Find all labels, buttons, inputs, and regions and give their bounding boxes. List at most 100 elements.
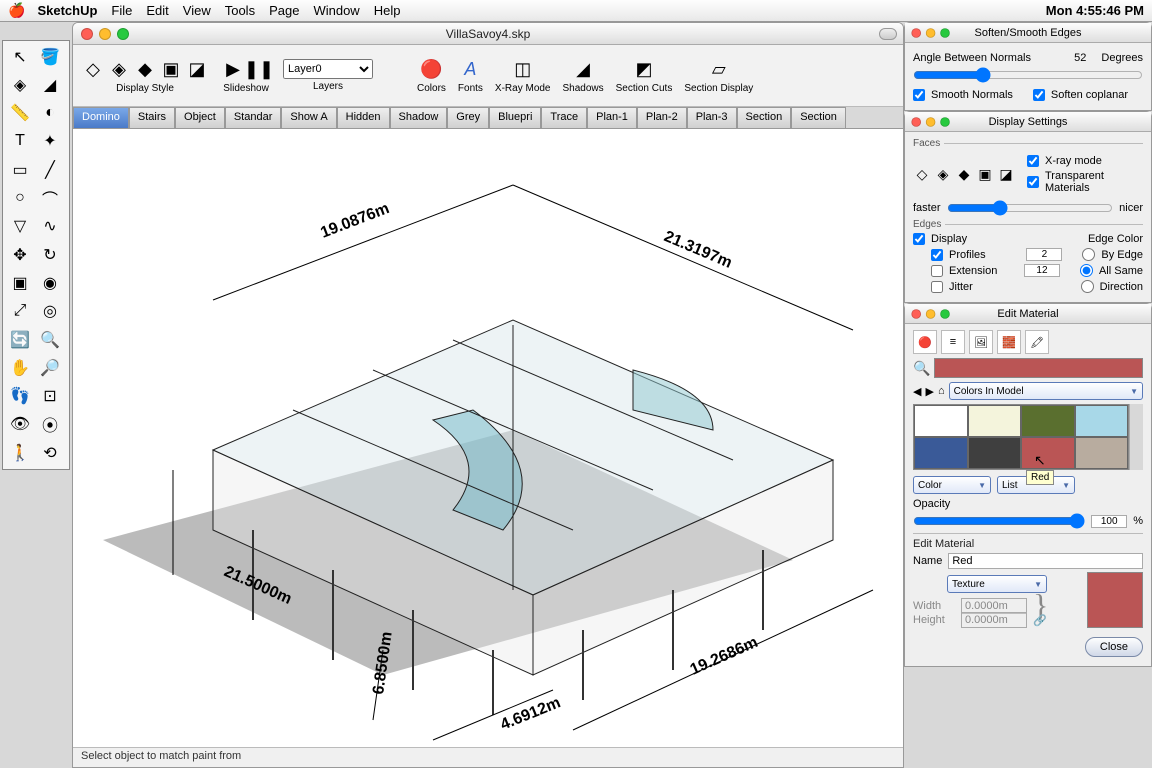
style-mono-icon[interactable]: ◪ [185,57,209,81]
tab-plan2[interactable]: Plan-2 [637,107,687,128]
section-cuts-icon[interactable]: ◩ [632,57,656,81]
style-wireframe-icon[interactable]: ◇ [81,57,105,81]
layer-select[interactable]: Layer0 [283,59,373,79]
back-icon[interactable]: ◀ [913,385,921,398]
person-tool[interactable]: 🚶 [5,439,35,467]
section-display-icon[interactable]: ▱ [707,57,731,81]
by-edge-radio[interactable] [1082,248,1095,261]
pan-tool[interactable]: ✋ [5,354,35,382]
swatch-white[interactable] [914,405,968,437]
fonts-icon[interactable]: A [458,57,482,81]
menu-edit[interactable]: Edit [146,3,168,18]
tab-section1[interactable]: Section [737,107,792,128]
component-tool[interactable]: ◈ [5,71,35,99]
search-icon[interactable]: 🔍 [913,360,930,377]
swatch-cream[interactable] [968,405,1022,437]
zoom-window-tool[interactable]: 🔎 [35,354,65,382]
tab-plan1[interactable]: Plan-1 [587,107,637,128]
eraser-tool[interactable]: ◢ [35,71,65,99]
extension-chk[interactable] [931,265,943,277]
orbit-tool[interactable]: 🔄 [5,326,35,354]
menu-file[interactable]: File [111,3,132,18]
angle-slider[interactable] [913,67,1143,83]
all-same-radio[interactable] [1080,264,1093,277]
swatch-taupe[interactable] [1075,437,1129,469]
tab-shadow[interactable]: Shadow [390,107,448,128]
menu-window[interactable]: Window [313,3,359,18]
mat-crayons-icon[interactable]: 🖍 [1025,330,1049,354]
transparent-chk[interactable] [1027,176,1039,188]
swatch-dark[interactable] [968,437,1022,469]
mat-sliders-icon[interactable]: ≡ [941,330,965,354]
zoom-extents-tool[interactable]: ⊡ [35,382,65,410]
tape-tool[interactable]: 📏 [5,99,35,127]
link-icon[interactable]: 🔗 [1033,614,1047,627]
scale-tool[interactable]: ⤢ [5,297,35,325]
tab-blueprint[interactable]: Bluepri [489,107,541,128]
tab-section2[interactable]: Section [791,107,846,128]
style-hidden-icon[interactable]: ◈ [107,57,131,81]
texture-combo[interactable]: Texture [947,575,1047,593]
titlebar[interactable]: VillaSavoy4.skp [73,23,903,45]
swatch-sky[interactable] [1075,405,1129,437]
quality-slider[interactable] [947,200,1114,216]
current-color-preview[interactable] [934,358,1143,378]
soften-coplanar-chk[interactable] [1033,89,1045,101]
direction-radio[interactable] [1081,280,1094,293]
apple-icon[interactable]: 🍎 [8,2,25,19]
home-icon[interactable]: ⌂ [938,385,945,397]
swatch-red[interactable]: ↖ Red [1021,437,1075,469]
menu-page[interactable]: Page [269,3,299,18]
opacity-slider[interactable] [913,513,1085,529]
position-tool[interactable]: ⦿ [35,410,65,438]
zoom-prev-tool[interactable]: ⟲ [35,439,65,467]
display-edges-chk[interactable] [913,233,925,245]
arc-tool[interactable]: ⌒ [35,184,65,212]
tab-stairs[interactable]: Stairs [129,107,175,128]
tab-trace[interactable]: Trace [541,107,587,128]
pushpull-tool[interactable]: ▣ [5,269,35,297]
menu-help[interactable]: Help [374,3,401,18]
xray-icon[interactable]: ◫ [511,57,535,81]
tab-show-all[interactable]: Show A [281,107,336,128]
profiles-input[interactable] [1026,248,1062,261]
mat-image-icon[interactable]: 🖼 [969,330,993,354]
swatch-olive[interactable] [1021,405,1075,437]
tab-object[interactable]: Object [175,107,225,128]
tab-domino[interactable]: Domino [73,107,129,128]
face-hidden-icon[interactable]: ◈ [934,166,952,184]
select-tool[interactable]: ↖ [5,43,35,71]
app-name[interactable]: SketchUp [37,3,97,18]
rotate-tool[interactable]: ↻ [35,241,65,269]
pause-icon[interactable]: ❚❚ [247,57,271,81]
text-tool[interactable]: T [5,127,35,155]
smooth-normals-chk[interactable] [913,89,925,101]
mat-wheel-icon[interactable]: 🔴 [913,330,937,354]
style-texture-icon[interactable]: ▣ [159,57,183,81]
circle-tool[interactable]: ○ [5,184,35,212]
viewport[interactable]: 19.0876m 21.3197m 21.5000m 6.8500m 4.691… [73,129,903,747]
tab-hidden[interactable]: Hidden [337,107,390,128]
jitter-chk[interactable] [931,281,943,293]
freehand-tool[interactable]: ∿ [35,212,65,240]
axes-tool[interactable]: ✦ [35,127,65,155]
followme-tool[interactable]: ◉ [35,269,65,297]
close-button[interactable]: Close [1085,637,1143,657]
protractor-tool[interactable]: ◐ [35,99,65,127]
mat-brick-icon[interactable]: 🧱 [997,330,1021,354]
xray-chk[interactable] [1027,155,1039,167]
fwd-icon[interactable]: ▶ [925,385,933,398]
zoom-tool[interactable]: 🔍 [35,326,65,354]
tab-standard[interactable]: Standar [225,107,282,128]
opacity-input[interactable] [1091,515,1127,528]
toolbar-toggle[interactable] [879,28,897,40]
face-shaded-icon[interactable]: ◆ [955,166,973,184]
play-icon[interactable]: ▶ [221,57,245,81]
library-combo[interactable]: Colors In Model [949,382,1143,400]
move-tool[interactable]: ✥ [5,241,35,269]
walk-tool[interactable]: 👣 [5,382,35,410]
material-preview-swatch[interactable] [1087,572,1143,628]
line-tool[interactable]: ╱ [35,156,65,184]
material-name-input[interactable] [948,553,1143,569]
tab-plan3[interactable]: Plan-3 [687,107,737,128]
